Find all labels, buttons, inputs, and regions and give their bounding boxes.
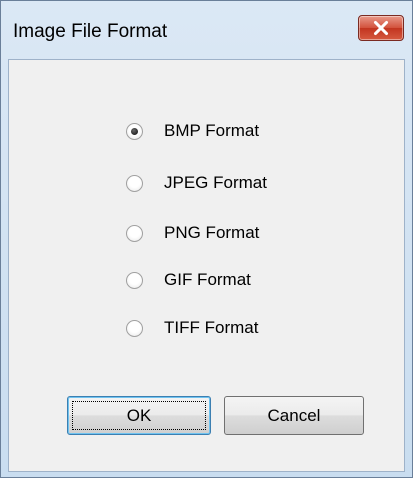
window-title: Image File Format xyxy=(13,21,168,42)
close-icon xyxy=(373,20,389,36)
radio-gif-format[interactable]: GIF Format xyxy=(126,267,251,293)
radio-button-icon[interactable] xyxy=(126,271,143,289)
dialog-body: BMP Format JPEG Format PNG Format GIF Fo… xyxy=(8,59,405,472)
radio-label: TIFF Format xyxy=(164,318,259,337)
radio-button-icon[interactable] xyxy=(126,224,143,242)
cancel-button[interactable]: Cancel xyxy=(224,396,364,435)
title-bar[interactable]: Image File Format xyxy=(1,1,412,59)
radio-label: GIF Format xyxy=(164,270,251,289)
cancel-button-label: Cancel xyxy=(267,405,321,425)
radio-button-checked-icon[interactable] xyxy=(126,122,143,140)
radio-jpeg-format[interactable]: JPEG Format xyxy=(126,170,267,196)
radio-tiff-format[interactable]: TIFF Format xyxy=(126,315,258,341)
ok-button[interactable]: OK xyxy=(67,396,211,435)
radio-button-icon[interactable] xyxy=(126,319,143,337)
close-button[interactable] xyxy=(358,15,404,41)
radio-bmp-format[interactable]: BMP Format xyxy=(126,118,259,144)
radio-png-format[interactable]: PNG Format xyxy=(126,220,259,246)
radio-label: PNG Format xyxy=(164,223,260,242)
radio-label: BMP Format xyxy=(164,121,260,140)
ok-button-label: OK xyxy=(126,405,152,425)
radio-label: JPEG Format xyxy=(164,173,267,192)
radio-button-icon[interactable] xyxy=(126,174,143,192)
dialog-window: Image File Format BMP Format JPEG Format… xyxy=(0,0,413,478)
